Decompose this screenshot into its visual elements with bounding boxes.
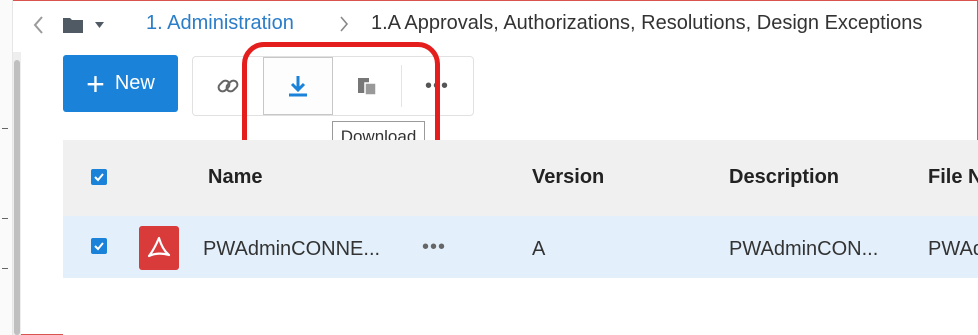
row-checkbox[interactable] — [91, 238, 107, 254]
chevron-left-icon[interactable] — [30, 13, 48, 37]
new-button-label: New — [114, 72, 155, 94]
column-header-file-name[interactable]: File N — [928, 166, 978, 189]
column-header-description[interactable]: Description — [729, 166, 839, 189]
row-more-button[interactable]: ••• — [422, 236, 446, 259]
checkmark-icon — [94, 242, 104, 251]
column-header-version[interactable]: Version — [532, 166, 604, 189]
left-panel-edge — [0, 0, 13, 335]
cell-version: A — [532, 238, 546, 260]
download-icon — [289, 76, 307, 97]
copy-button[interactable] — [333, 57, 401, 115]
table-empty-area — [63, 278, 978, 335]
left-panel-mark — [2, 128, 8, 129]
more-actions-button[interactable]: ••• — [401, 57, 473, 115]
cell-description: PWAdminCON... — [729, 238, 879, 260]
select-all-checkbox[interactable] — [91, 169, 107, 185]
breadcrumb-administration[interactable]: 1. Administration — [146, 12, 294, 35]
cell-file-name: PWAd — [928, 238, 978, 260]
plus-icon: + — [86, 65, 105, 102]
breadcrumb-separator-icon — [340, 16, 349, 32]
checkmark-icon — [94, 173, 104, 182]
link-icon — [217, 79, 239, 93]
acrobat-icon — [147, 236, 171, 258]
left-panel-mark — [2, 268, 8, 269]
folder-icon[interactable] — [62, 14, 84, 36]
column-header-name[interactable]: Name — [208, 166, 262, 189]
left-panel-mark — [2, 218, 8, 219]
pdf-icon — [139, 226, 179, 270]
copy-link-button[interactable] — [193, 57, 263, 115]
action-toolbar: ••• — [192, 56, 474, 116]
scrollbar-thumb[interactable] — [14, 60, 20, 335]
copy-icon — [358, 78, 377, 96]
chevron-down-icon[interactable] — [95, 22, 104, 28]
download-button[interactable] — [263, 57, 333, 115]
table-header — [63, 140, 978, 217]
cell-name[interactable]: PWAdminCONNE... — [203, 238, 380, 261]
new-button[interactable]: + New — [63, 55, 178, 112]
breadcrumb-current-folder[interactable]: 1.A Approvals, Authorizations, Resolutio… — [371, 12, 922, 35]
